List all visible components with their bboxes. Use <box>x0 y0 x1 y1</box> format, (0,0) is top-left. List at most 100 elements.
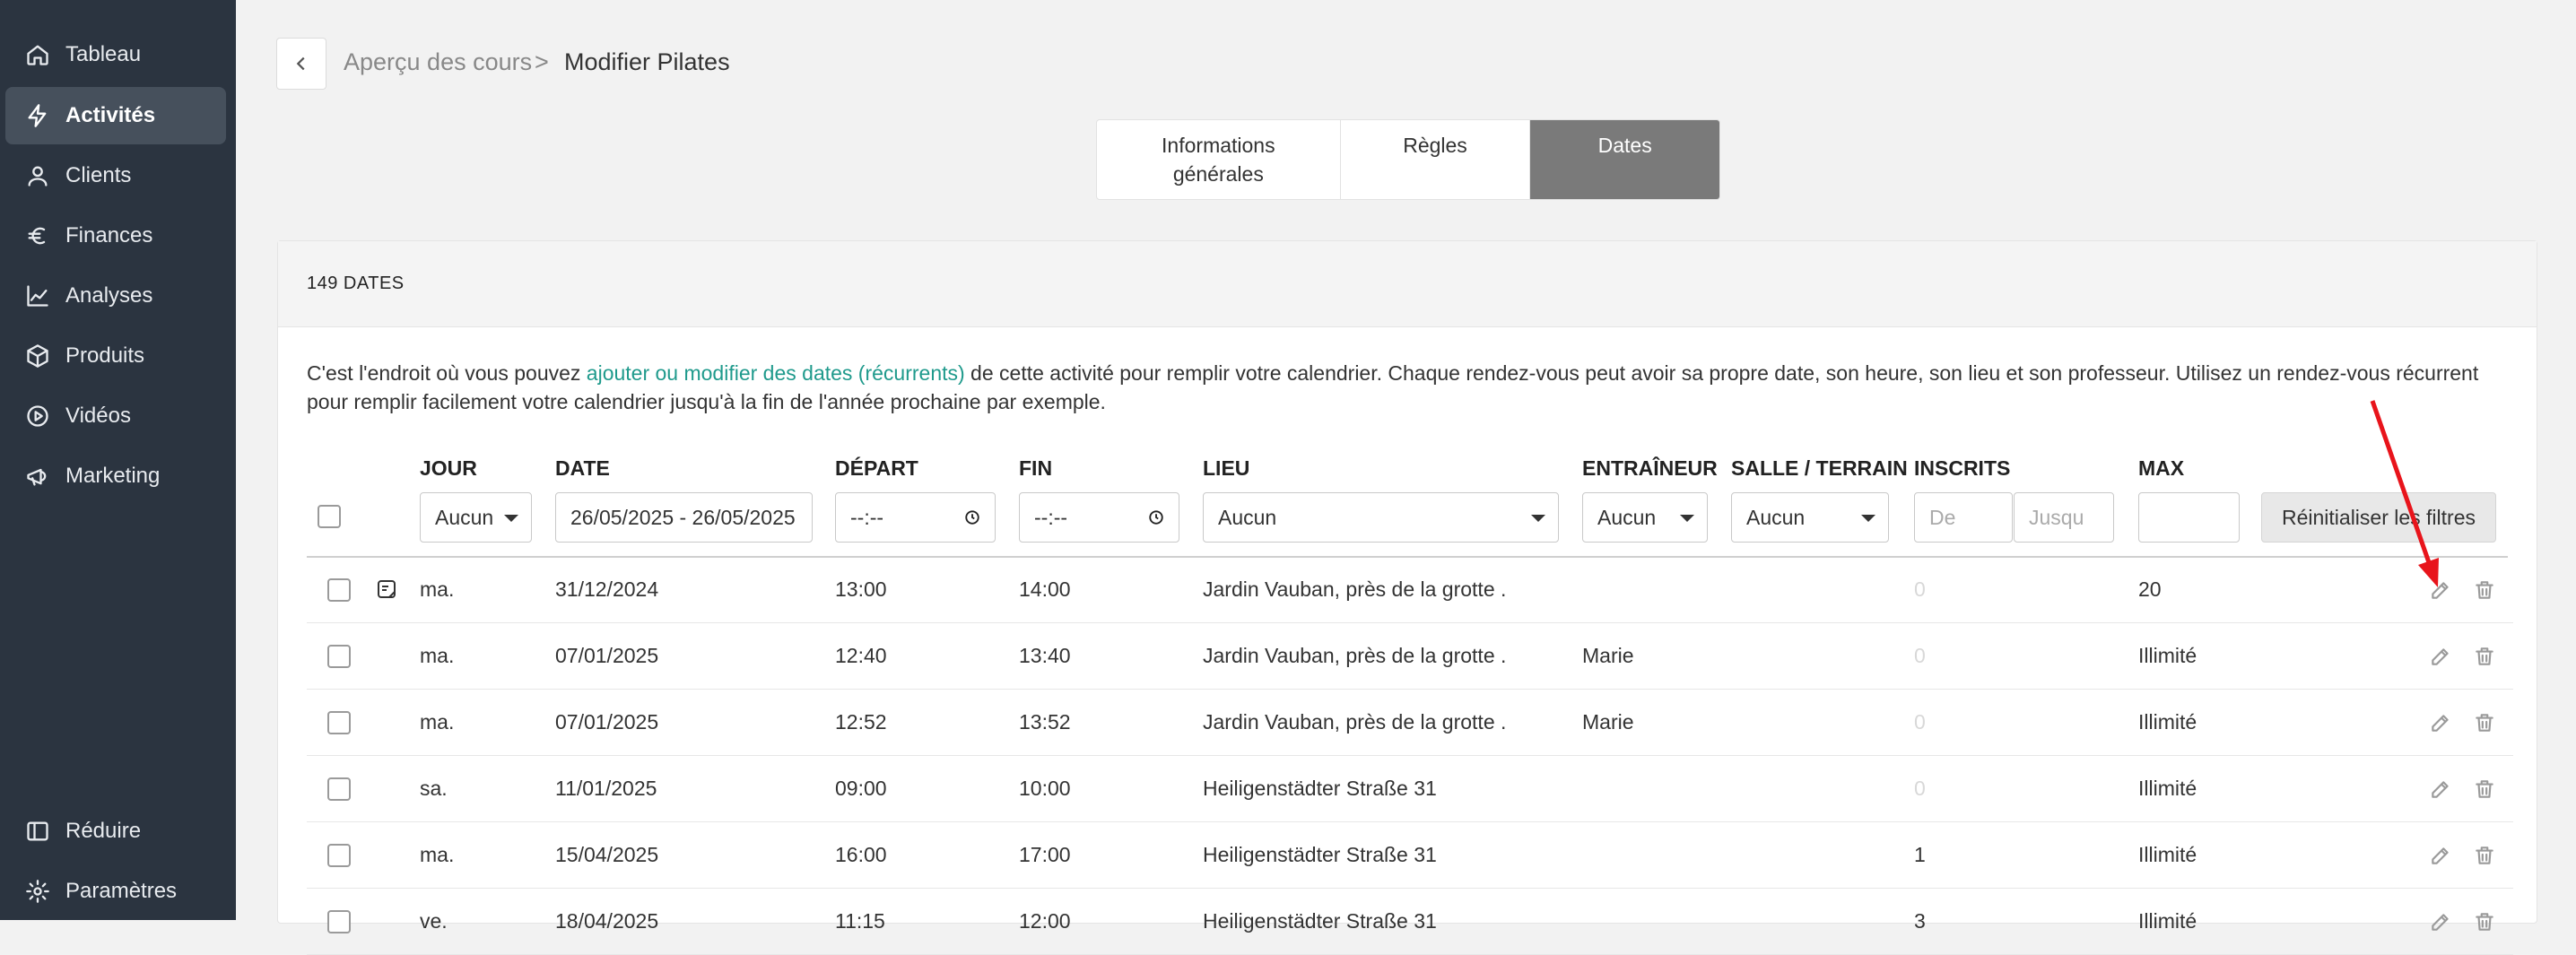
filter-entraineur-select[interactable]: Aucun <box>1582 492 1708 543</box>
pencil-icon[interactable] <box>2429 645 2452 668</box>
clock-icon <box>1149 510 1163 525</box>
cell-date: 07/01/2025 <box>555 710 659 734</box>
sidebar-item-finances[interactable]: Finances <box>5 207 226 265</box>
pencil-icon[interactable] <box>2429 711 2452 734</box>
gear-icon <box>26 880 49 903</box>
placeholder-text: Jusqu <box>2029 505 2084 529</box>
cell-inscrits: 0 <box>1914 644 1926 667</box>
play-circle-icon <box>27 405 48 427</box>
sidebar-item-label: Tableau <box>65 42 142 66</box>
filter-depart-time[interactable]: --:-- <box>835 492 996 543</box>
sidebar-item-analyses[interactable]: Analyses <box>5 267 226 325</box>
tab-regles[interactable]: Règles <box>1341 120 1531 199</box>
filter-inscrits-from[interactable]: De <box>1914 492 2013 543</box>
cell-jour: ma. <box>420 843 455 866</box>
table-row[interactable]: sa. 11/01/2025 09:00 10:00 Heiligenstädt… <box>307 756 2513 822</box>
sidebar-item-marketing[interactable]: Marketing <box>5 447 226 505</box>
trash-icon[interactable] <box>2473 777 2496 801</box>
trash-icon[interactable] <box>2473 578 2496 602</box>
cell-max: Illimité <box>2138 710 2197 734</box>
filter-value: 26/05/2025 - 26/05/2025 <box>570 505 796 529</box>
sidebar-item-parametres[interactable]: Paramètres <box>5 863 226 920</box>
caret-down-icon <box>504 515 518 522</box>
cell-inscrits: 0 <box>1914 777 1926 800</box>
col-header-jour: JOUR <box>420 456 477 480</box>
trash-icon[interactable] <box>2473 910 2496 933</box>
chart-line-icon <box>27 285 48 307</box>
sidebar-item-label: Produits <box>65 343 145 368</box>
cell-fin: 14:00 <box>1019 577 1071 601</box>
col-header-max: MAX <box>2138 456 2185 480</box>
breadcrumb-previous[interactable]: Aperçu des cours <box>344 48 532 76</box>
row-checkbox[interactable] <box>327 578 351 602</box>
sidebar-item-produits[interactable]: Produits <box>5 327 226 385</box>
row-checkbox[interactable] <box>327 910 351 933</box>
reset-filters-button[interactable]: Réinitialiser les filtres <box>2261 492 2496 543</box>
cell-fin: 13:52 <box>1019 710 1071 734</box>
cell-max: 20 <box>2138 577 2162 601</box>
collapse-icon <box>27 821 48 841</box>
sidebar-item-activites[interactable]: Activités <box>5 87 226 144</box>
back-button[interactable] <box>276 38 326 90</box>
row-checkbox[interactable] <box>327 711 351 734</box>
cell-depart: 11:15 <box>835 909 885 933</box>
intro-text: C'est l'endroit où vous pouvez ajouter o… <box>307 359 2513 416</box>
filter-salle-select[interactable]: Aucun <box>1731 492 1889 543</box>
chevron-left-icon <box>296 56 305 71</box>
intro-link[interactable]: ajouter ou modifier des dates (récurrent… <box>587 361 965 385</box>
sidebar-item-videos[interactable]: Vidéos <box>5 387 226 445</box>
tab-bar: Informations générales Règles Dates <box>1096 119 1720 200</box>
cell-date: 15/04/2025 <box>555 843 659 866</box>
sidebar-item-label: Vidéos <box>65 404 131 428</box>
table-row[interactable]: ma. 07/01/2025 12:52 13:52 Jardin Vauban… <box>307 690 2513 756</box>
sidebar-item-tableau[interactable]: Tableau <box>5 26 226 83</box>
tab-informations-generales[interactable]: Informations générales <box>1097 120 1341 199</box>
dates-card: 149 DATES C'est l'endroit où vous pouvez… <box>277 240 2537 955</box>
filter-value: Aucun <box>1746 505 1806 529</box>
pencil-icon[interactable] <box>2429 777 2452 801</box>
table-row[interactable]: ve. 18/04/2025 11:15 12:00 Heiligenstädt… <box>307 889 2513 955</box>
pencil-icon[interactable] <box>2429 578 2452 602</box>
row-checkbox[interactable] <box>327 777 351 801</box>
row-checkbox[interactable] <box>327 645 351 668</box>
filter-lieu-select[interactable]: Aucun <box>1203 492 1559 543</box>
table-row[interactable]: ma. 31/12/2024 13:00 14:00 Jardin Vauban… <box>307 557 2513 623</box>
table-row[interactable]: ma. 07/01/2025 12:40 13:40 Jardin Vauban… <box>307 623 2513 690</box>
filter-max-input[interactable] <box>2138 492 2240 543</box>
cell-max: Illimité <box>2138 909 2197 933</box>
placeholder-text: De <box>1929 505 1956 529</box>
caret-down-icon <box>1531 515 1545 522</box>
bolt-icon <box>28 104 47 127</box>
cell-lieu: Heiligenstädter Straße 31 <box>1203 843 1437 866</box>
note-icon[interactable] <box>376 578 397 600</box>
trash-icon[interactable] <box>2473 711 2496 734</box>
filter-inscrits-to[interactable]: Jusqu <box>2014 492 2114 543</box>
cell-jour: sa. <box>420 777 448 800</box>
home-icon <box>27 45 48 65</box>
col-header-depart: DÉPART <box>835 456 918 480</box>
cell-date: 11/01/2025 <box>555 777 657 800</box>
sidebar-item-label: Clients <box>65 163 132 187</box>
filter-value: Aucun <box>1218 505 1277 529</box>
sidebar-item-reduire[interactable]: Réduire <box>5 803 226 860</box>
cell-jour: ma. <box>420 577 455 601</box>
trash-icon[interactable] <box>2473 645 2496 668</box>
table-row[interactable]: ma. 15/04/2025 16:00 17:00 Heiligenstädt… <box>307 822 2513 889</box>
filter-date-range[interactable]: 26/05/2025 - 26/05/2025 <box>555 492 813 543</box>
cell-depart: 16:00 <box>835 843 887 866</box>
pencil-icon[interactable] <box>2429 910 2452 933</box>
cell-max: Illimité <box>2138 777 2197 800</box>
trash-icon[interactable] <box>2473 844 2496 867</box>
cell-inscrits: 0 <box>1914 577 1926 601</box>
sidebar-item-label: Marketing <box>65 464 161 488</box>
pencil-icon[interactable] <box>2429 844 2452 867</box>
cell-entraineur: Marie <box>1582 710 1634 734</box>
intro-before: C'est l'endroit où vous pouvez <box>307 361 587 385</box>
select-all-checkbox[interactable] <box>318 505 341 528</box>
sidebar-item-clients[interactable]: Clients <box>5 147 226 204</box>
tab-dates[interactable]: Dates <box>1530 120 1719 199</box>
filter-jour-select[interactable]: Aucun <box>420 492 532 543</box>
row-checkbox[interactable] <box>327 844 351 867</box>
caret-down-icon <box>1861 515 1875 522</box>
filter-fin-time[interactable]: --:-- <box>1019 492 1179 543</box>
